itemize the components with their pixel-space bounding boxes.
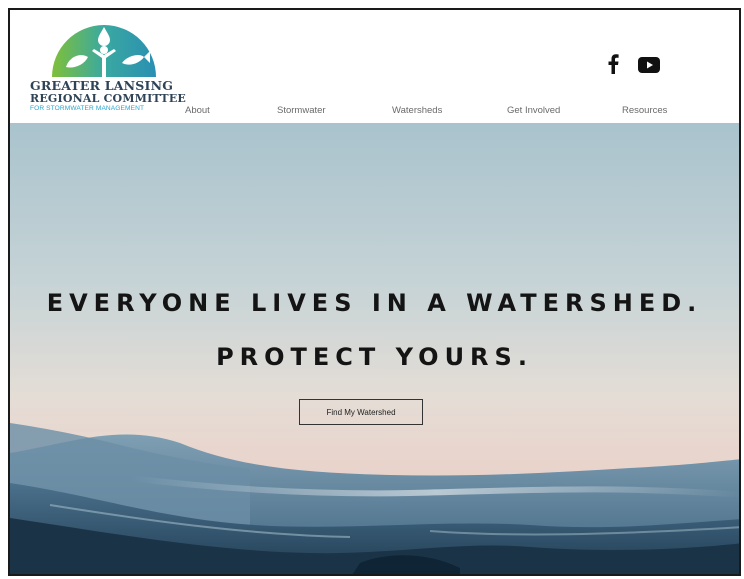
logo-title-line2: REGIONAL COMMITTEE [30,92,186,105]
logo-title-line1: GREATER LANSING [30,78,174,93]
nav-item-resources[interactable]: Resources [622,105,667,116]
hero-headline-line1: EVERYONE LIVES IN A WATERSHED. [46,289,703,317]
logo-emblem-icon [52,25,156,77]
main-nav: About Stormwater Watersheds Get Involved… [10,105,739,121]
site-logo[interactable]: GREATER LANSING REGIONAL COMMITTEE FOR S… [30,21,186,116]
nav-item-stormwater[interactable]: Stormwater [277,105,326,116]
nav-item-watersheds[interactable]: Watersheds [392,105,442,116]
youtube-link[interactable] [638,57,660,78]
facebook-link[interactable] [608,54,619,79]
nav-item-about[interactable]: About [185,105,210,116]
hero-section: EVERYONE LIVES IN A WATERSHED. PROTECT Y… [10,123,739,574]
hero-headline-line2: PROTECT YOURS. [216,343,533,371]
youtube-icon [638,57,660,73]
page-frame: GREATER LANSING REGIONAL COMMITTEE FOR S… [8,8,741,576]
site-header: GREATER LANSING REGIONAL COMMITTEE FOR S… [10,10,739,123]
facebook-icon [608,54,619,74]
find-my-watershed-button[interactable]: Find My Watershed [299,399,423,425]
nav-item-get-involved[interactable]: Get Involved [507,105,560,116]
